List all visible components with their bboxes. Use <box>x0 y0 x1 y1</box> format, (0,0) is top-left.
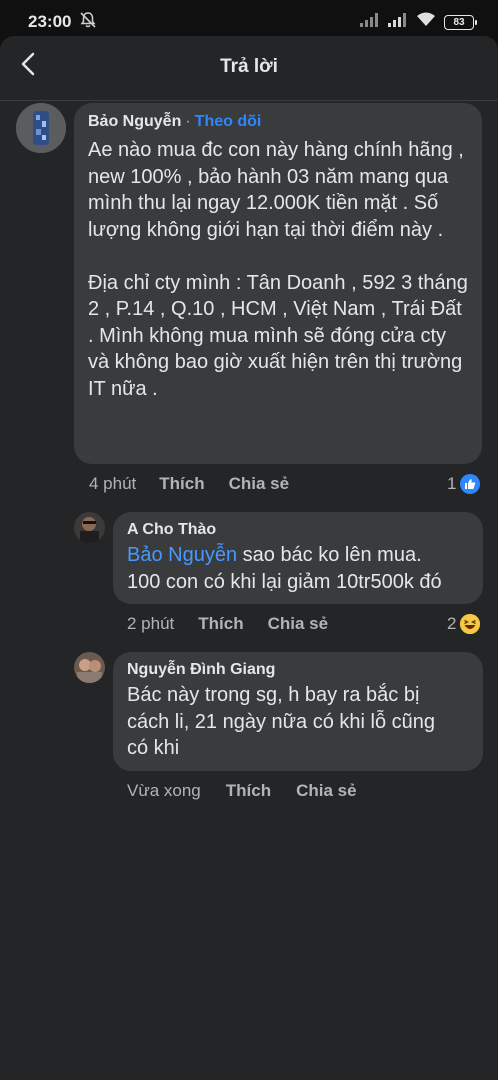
like-button[interactable]: Thích <box>198 614 243 634</box>
header: Trả lời <box>0 36 498 98</box>
comment-bubble: Bảo Nguyễn · Theo dõi Ae nào mua đc con … <box>74 103 482 464</box>
comment-text: Bảo Nguyễn sao bác ko lên mua. 100 con c… <box>127 542 469 595</box>
share-button[interactable]: Chia sẻ <box>296 781 356 801</box>
comment-a-cho-thao <box>74 512 105 543</box>
signal-icon <box>360 12 380 32</box>
status-time: 23:00 <box>28 12 72 31</box>
wifi-icon <box>416 12 436 32</box>
header-divider <box>0 100 498 101</box>
comment-actions: Vừa xong Thích Chia sẻ <box>127 781 357 801</box>
avatar[interactable] <box>74 652 105 683</box>
like-icon <box>460 474 481 494</box>
battery-icon: 83 <box>444 14 477 30</box>
author-name[interactable]: Nguyễn Đình Giang <box>127 661 469 679</box>
comment-time: Vừa xong <box>127 781 201 800</box>
comment-bubble: Nguyễn Đình Giang Bác này trong sg, h ba… <box>113 652 483 771</box>
comment-time: 4 phút <box>89 474 137 493</box>
reaction-summary[interactable]: 1 <box>447 474 481 494</box>
reaction-count: 1 <box>447 474 457 493</box>
comment-bubble: A Cho Thào Bảo Nguyễn sao bác ko lên mua… <box>113 512 483 604</box>
mention-link[interactable]: Bảo Nguyễn <box>127 544 237 566</box>
author-name[interactable]: A Cho Thào <box>127 521 469 539</box>
like-button[interactable]: Thích <box>159 474 204 494</box>
share-button[interactable]: Chia sẻ <box>268 614 328 634</box>
avatar[interactable] <box>74 512 105 543</box>
status-left: 23:00 <box>28 11 97 34</box>
comment-actions: 2 phút Thích Chia sẻ <box>127 614 328 634</box>
avatar[interactable] <box>16 103 66 153</box>
author-name[interactable]: Bảo Nguyễn <box>88 113 181 131</box>
comment-header: Bảo Nguyễn · Theo dõi <box>88 113 468 131</box>
comment-bao-nguyen <box>16 103 66 153</box>
like-button[interactable]: Thích <box>226 781 271 801</box>
page-title: Trả lời <box>220 56 278 77</box>
status-right: 83 <box>360 12 477 32</box>
comment-nguyen-dinh-giang <box>74 652 105 683</box>
reaction-count: 2 <box>447 614 457 633</box>
back-button[interactable] <box>14 51 44 81</box>
comment-text: Ae nào mua đc con này hàng chính hãng , … <box>88 139 468 400</box>
separator: · <box>185 113 191 130</box>
reaction-summary[interactable]: 2 <box>447 614 481 634</box>
follow-link[interactable]: Theo dõi <box>195 113 262 131</box>
signal-icon-2 <box>388 12 408 32</box>
comment-text: Bác này trong sg, h bay ra bắc bị cách l… <box>127 684 436 759</box>
comment-actions: 4 phút Thích Chia sẻ <box>89 474 289 494</box>
haha-icon <box>460 614 481 634</box>
comment-time: 2 phút <box>127 614 175 633</box>
share-button[interactable]: Chia sẻ <box>229 474 289 494</box>
chevron-left-icon <box>19 52 39 81</box>
mute-icon <box>79 11 97 34</box>
